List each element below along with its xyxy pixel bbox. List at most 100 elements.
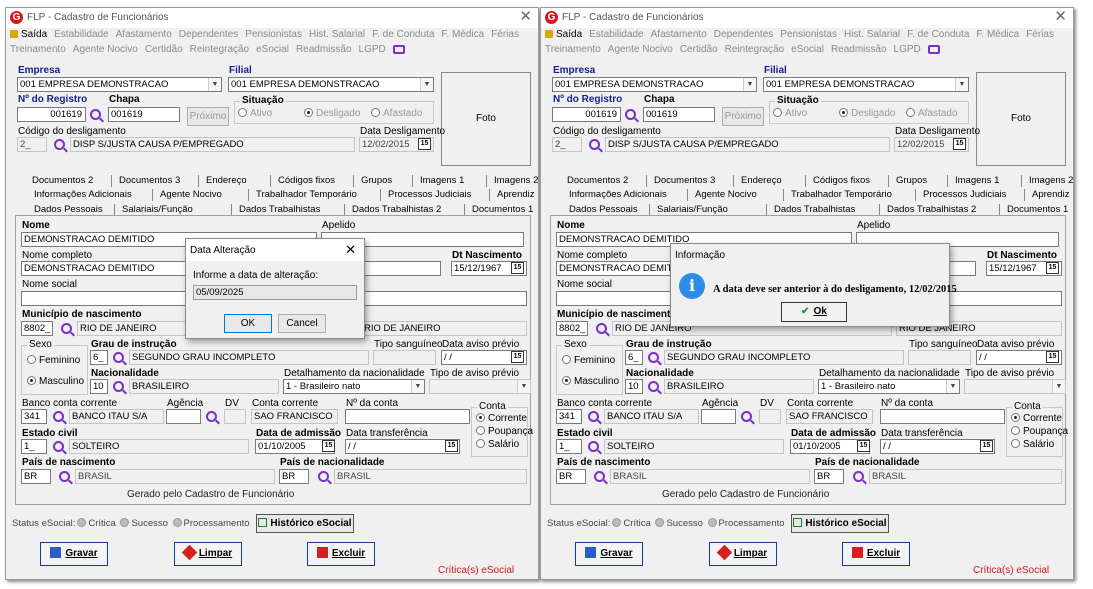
calendar-icon[interactable]: 15 <box>1046 351 1059 363</box>
search-icon[interactable] <box>53 411 64 422</box>
limpar-button[interactable]: Limpar <box>174 542 242 566</box>
radio-feminino[interactable]: Feminino <box>27 355 80 366</box>
menu-item[interactable]: Afastamento <box>116 29 172 40</box>
data-alteracao-input[interactable]: 05/09/2025 <box>193 285 357 300</box>
menu-item[interactable]: Férias <box>491 29 519 40</box>
tab-tabs-row1-5[interactable]: Imagens 1 <box>420 175 464 186</box>
menu-item[interactable]: F. de Conduta <box>907 29 969 40</box>
radio-masculino[interactable]: Masculino <box>562 376 619 387</box>
calendar-icon[interactable]: 15 <box>445 440 458 452</box>
cod-desligamento-input[interactable]: 2_ <box>17 137 47 152</box>
search-icon[interactable] <box>741 411 752 422</box>
radio-salario[interactable]: Salário <box>476 439 519 450</box>
municipio-cod-input[interactable]: 8802_ <box>21 321 53 336</box>
tab-tabs-row3-4[interactable]: Documentos 1 <box>1007 204 1068 215</box>
tab-tabs-row1-2[interactable]: Endereço <box>741 175 782 186</box>
tab-tabs-row1-0[interactable]: Documentos 2 <box>567 175 628 186</box>
gravar-button[interactable]: Gravar <box>575 542 643 566</box>
menu-item[interactable]: Readmissão <box>831 44 887 55</box>
calendar-icon[interactable]: 15 <box>322 440 335 452</box>
radio-corrente[interactable]: Corrente <box>1011 413 1062 424</box>
search-icon[interactable] <box>206 411 217 422</box>
dt-transferencia-input[interactable]: / / <box>345 439 460 454</box>
radio-corrente[interactable]: Corrente <box>476 413 527 424</box>
chevron-down-icon[interactable]: ▼ <box>743 78 756 91</box>
tab-tabs-row3-4[interactable]: Documentos 1 <box>472 204 533 215</box>
menu-item[interactable]: Estabilidade <box>589 29 643 40</box>
menu-item[interactable]: F. Médica <box>441 29 484 40</box>
menu-item[interactable]: Saída <box>556 29 582 40</box>
search-icon[interactable] <box>648 352 659 363</box>
radio-ativo[interactable]: Ativo <box>238 108 272 119</box>
pais-nacionalidade-cod[interactable]: BR <box>279 469 309 484</box>
tab-tabs-row3-3[interactable]: Dados Trabalhistas 2 <box>352 204 441 215</box>
tab-tabs-row1-4[interactable]: Grupos <box>896 175 927 186</box>
tab-tabs-row1-3[interactable]: Códigos fixos <box>813 175 870 186</box>
menu-item[interactable]: Agente Nocivo <box>608 44 673 55</box>
excluir-button[interactable]: Excluir <box>307 542 375 566</box>
tab-tabs-row1-5[interactable]: Imagens 1 <box>955 175 999 186</box>
tab-tabs-row2-4[interactable]: Aprendiz <box>497 189 535 200</box>
tab-tabs-row1-2[interactable]: Endereço <box>206 175 247 186</box>
radio-desligado[interactable]: Desligado <box>304 108 360 119</box>
det-nacionalidade-select[interactable]: 1 - Brasileiro nato ▼ <box>818 379 960 394</box>
historico-esocial-button[interactable]: Histórico eSocial <box>791 514 889 533</box>
calendar-icon[interactable]: 15 <box>511 262 524 274</box>
tab-tabs-row3-3[interactable]: Dados Trabalhistas 2 <box>887 204 976 215</box>
chevron-down-icon[interactable]: ▼ <box>208 78 221 91</box>
agencia-input[interactable] <box>166 409 201 424</box>
lgpd-icon[interactable] <box>927 44 940 54</box>
nacionalidade-cod-input[interactable]: 10 <box>90 379 108 394</box>
menu-item[interactable]: Reintegração <box>725 44 784 55</box>
menu-item[interactable]: Hist. Salarial <box>309 29 365 40</box>
pais-nascimento-cod[interactable]: BR <box>556 469 586 484</box>
det-nacionalidade-select[interactable]: 1 - Brasileiro nato ▼ <box>283 379 425 394</box>
grau-cod-input[interactable]: 6_ <box>625 350 643 365</box>
search-icon[interactable] <box>625 109 636 120</box>
chapa-input[interactable]: 001619 <box>108 107 180 122</box>
menu-item[interactable]: F. de Conduta <box>372 29 434 40</box>
menu-item[interactable]: Estabilidade <box>54 29 108 40</box>
tab-tabs-row1-1[interactable]: Documentos 3 <box>119 175 180 186</box>
dv-input[interactable] <box>759 409 781 424</box>
calendar-icon[interactable]: 15 <box>511 351 524 363</box>
menu-item[interactable]: Treinamento <box>10 44 66 55</box>
menu-item[interactable]: Certidão <box>145 44 183 55</box>
tab-tabs-row1-6[interactable]: Imagens 2 <box>494 175 538 186</box>
radio-afastado[interactable]: Afastado <box>371 108 422 119</box>
search-icon[interactable] <box>648 381 659 392</box>
proximo-button[interactable]: Próximo <box>187 107 229 126</box>
ok-button[interactable]: ✔ Ok <box>781 302 847 322</box>
calendar-icon[interactable]: 15 <box>953 138 966 150</box>
tab-tabs-row2-1[interactable]: Agente Nocivo <box>160 189 222 200</box>
search-icon[interactable] <box>59 471 70 482</box>
photo-placeholder[interactable]: Foto <box>976 72 1066 166</box>
chevron-down-icon[interactable]: ▼ <box>955 78 968 91</box>
tab-tabs-row1-1[interactable]: Documentos 3 <box>654 175 715 186</box>
tab-tabs-row2-3[interactable]: Processos Judiciais <box>388 189 471 200</box>
close-window-button[interactable]: ✕ <box>519 8 532 26</box>
search-icon[interactable] <box>589 139 600 150</box>
search-icon[interactable] <box>54 139 65 150</box>
menu-item[interactable]: Reintegração <box>190 44 249 55</box>
cancel-button[interactable]: Cancel <box>278 314 326 333</box>
menu-item[interactable]: Saída <box>21 29 47 40</box>
tab-tabs-row1-0[interactable]: Documentos 2 <box>32 175 93 186</box>
tab-tabs-row3-0[interactable]: Dados Pessoais <box>569 204 638 215</box>
menu-item[interactable]: Pensionistas <box>245 29 302 40</box>
radio-poupanca[interactable]: Poupança <box>476 426 533 437</box>
search-icon[interactable] <box>90 109 101 120</box>
chapa-input[interactable]: 001619 <box>643 107 715 122</box>
agencia-input[interactable] <box>701 409 736 424</box>
criticas-esocial-link[interactable]: Crítica(s) eSocial <box>438 565 514 576</box>
registro-input[interactable]: 001619 <box>552 107 621 122</box>
calendar-icon[interactable]: 15 <box>980 440 993 452</box>
historico-esocial-button[interactable]: Histórico eSocial <box>256 514 354 533</box>
menu-item[interactable]: Férias <box>1026 29 1054 40</box>
menu-item[interactable]: eSocial <box>791 44 824 55</box>
estado-civil-cod-input[interactable]: 1_ <box>21 439 47 454</box>
banco-cod-input[interactable]: 341 <box>556 409 582 424</box>
search-icon[interactable] <box>113 352 124 363</box>
tab-tabs-row2-2[interactable]: Trabalhador Temporário <box>791 189 892 200</box>
tipo-sanguineo-input[interactable] <box>908 350 971 365</box>
